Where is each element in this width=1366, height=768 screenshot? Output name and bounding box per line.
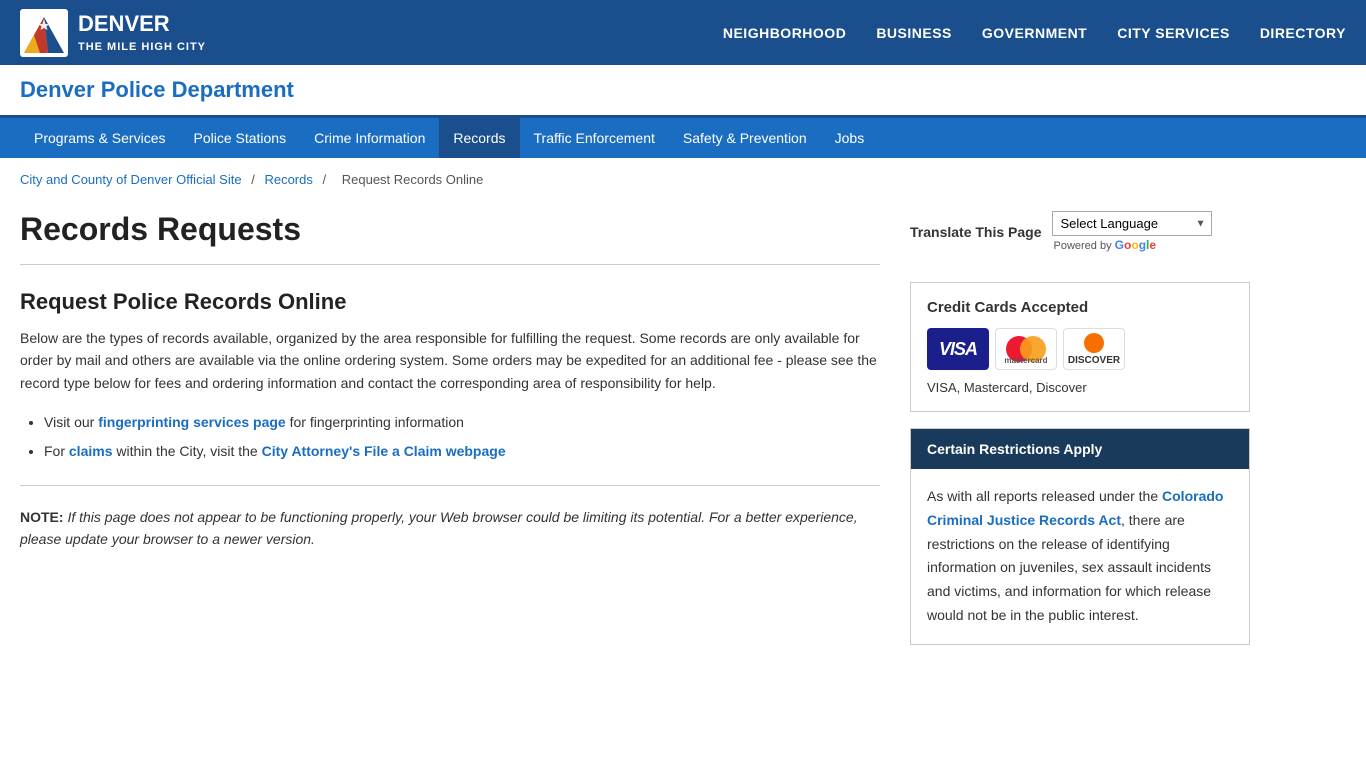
breadcrumb-current: Request Records Online — [342, 172, 484, 187]
subnav-traffic[interactable]: Traffic Enforcement — [520, 118, 669, 158]
translate-widget-inner: Translate This Page Select Language ▼ Po… — [910, 211, 1250, 252]
subnav-safety[interactable]: Safety & Prevention — [669, 118, 821, 158]
discover-label: DISCOVER — [1068, 355, 1120, 366]
translate-widget: Translate This Page Select Language ▼ Po… — [910, 211, 1250, 252]
restrictions-text-2: , there are restrictions on the release … — [927, 512, 1211, 623]
translate-select-container: Select Language ▼ Powered by Google — [1052, 211, 1212, 252]
bullet1-suffix: for fingerprinting information — [286, 414, 464, 430]
breadcrumb: City and County of Denver Official Site … — [0, 158, 1366, 201]
bullet-item-fingerprinting: Visit our fingerprinting services page f… — [44, 410, 880, 435]
restrictions-box: Certain Restrictions Apply As with all r… — [910, 428, 1250, 645]
mastercard-icon: mastercard — [995, 328, 1057, 370]
denver-logo-icon — [20, 9, 68, 57]
language-select[interactable]: Select Language — [1052, 211, 1212, 236]
sidebar: Translate This Page Select Language ▼ Po… — [910, 211, 1250, 645]
main-content: Records Requests Request Police Records … — [20, 211, 880, 645]
subnav-crime-information[interactable]: Crime Information — [300, 118, 439, 158]
subnav-programs[interactable]: Programs & Services — [20, 118, 179, 158]
restrictions-header: Certain Restrictions Apply — [911, 429, 1249, 469]
bullet-list: Visit our fingerprinting services page f… — [44, 410, 880, 464]
nav-business[interactable]: BUSINESS — [876, 20, 952, 46]
fingerprinting-link[interactable]: fingerprinting services page — [98, 414, 286, 430]
bullet2-middle: within the City, visit the — [112, 443, 261, 459]
credit-cards-heading: Credit Cards Accepted — [927, 299, 1233, 316]
powered-by: Powered by Google — [1054, 238, 1212, 252]
restrictions-heading: Certain Restrictions Apply — [927, 441, 1102, 457]
discover-dot — [1084, 333, 1104, 353]
sub-navigation: Programs & Services Police Stations Crim… — [0, 118, 1366, 158]
main-nav-links: NEIGHBORHOOD BUSINESS GOVERNMENT CITY SE… — [723, 20, 1346, 46]
title-divider — [20, 264, 880, 265]
section-heading: Request Police Records Online — [20, 289, 880, 315]
breadcrumb-records[interactable]: Records — [264, 172, 312, 187]
nav-government[interactable]: GOVERNMENT — [982, 20, 1087, 46]
logo-area[interactable]: DENVER THE MILE HIGH CITY — [20, 9, 206, 57]
subnav-records[interactable]: Records — [439, 118, 519, 158]
claims-link[interactable]: claims — [69, 443, 113, 459]
mastercard-label: mastercard — [996, 356, 1056, 365]
google-logo-text: Google — [1115, 238, 1156, 252]
subnav-police-stations[interactable]: Police Stations — [179, 118, 300, 158]
powered-by-text: Powered by — [1054, 240, 1115, 252]
restrictions-body: As with all reports released under the C… — [911, 469, 1249, 644]
visa-icon: VISA — [927, 328, 989, 370]
credit-cards-body: Credit Cards Accepted VISA mastercard — [911, 283, 1249, 411]
page-title: Records Requests — [20, 211, 880, 248]
nav-directory[interactable]: DIRECTORY — [1260, 20, 1346, 46]
breadcrumb-separator-1: / — [251, 172, 258, 187]
note-paragraph: NOTE: If this page does not appear to be… — [20, 506, 880, 551]
discover-icon: DISCOVER — [1063, 328, 1125, 370]
restrictions-text: As with all reports released under the C… — [927, 485, 1233, 628]
note-text: If this page does not appear to be funct… — [20, 509, 858, 547]
content-area: Records Requests Request Police Records … — [0, 201, 1366, 675]
bullet1-prefix: Visit our — [44, 414, 98, 430]
logo-text: DENVER THE MILE HIGH CITY — [78, 11, 206, 54]
nav-city-services[interactable]: CITY SERVICES — [1117, 20, 1230, 46]
department-title: Denver Police Department — [20, 77, 1346, 103]
bullet-item-claims: For claims within the City, visit the Ci… — [44, 439, 880, 464]
translate-select-wrapper: Select Language ▼ — [1052, 211, 1212, 236]
content-divider — [20, 485, 880, 486]
top-navigation: DENVER THE MILE HIGH CITY NEIGHBORHOOD B… — [0, 0, 1366, 65]
translate-label: Translate This Page — [910, 224, 1042, 240]
breadcrumb-home[interactable]: City and County of Denver Official Site — [20, 172, 242, 187]
body-paragraph: Below are the types of records available… — [20, 327, 880, 394]
department-header: Denver Police Department — [0, 65, 1366, 118]
credit-cards-box: Credit Cards Accepted VISA mastercard — [910, 282, 1250, 412]
note-label: NOTE: — [20, 509, 64, 525]
credit-card-names: VISA, Mastercard, Discover — [927, 380, 1233, 395]
nav-neighborhood[interactable]: NEIGHBORHOOD — [723, 20, 846, 46]
bullet2-prefix: For — [44, 443, 69, 459]
restrictions-text-1: As with all reports released under the — [927, 488, 1162, 504]
city-attorney-link[interactable]: City Attorney's File a Claim webpage — [262, 443, 506, 459]
breadcrumb-separator-2: / — [323, 172, 330, 187]
subnav-jobs[interactable]: Jobs — [821, 118, 879, 158]
credit-card-icons: VISA mastercard DISCOVER — [927, 328, 1233, 370]
